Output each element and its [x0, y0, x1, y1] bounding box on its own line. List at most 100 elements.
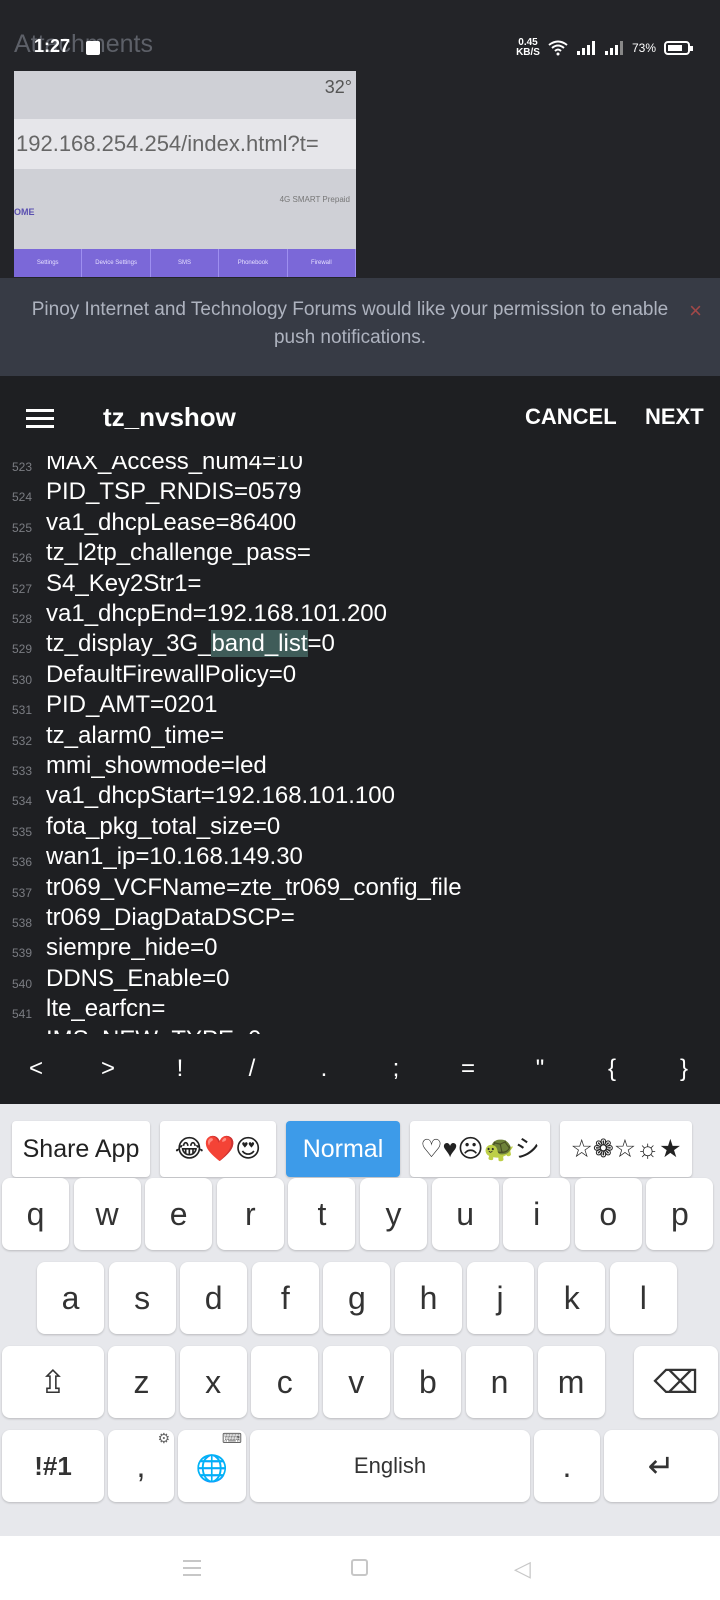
key-c[interactable]: c — [251, 1346, 319, 1418]
share-app-button[interactable]: Share App — [12, 1121, 150, 1177]
globe-key[interactable]: ⌨ 🌐 — [178, 1430, 246, 1502]
next-button[interactable]: NEXT — [645, 404, 704, 430]
line-number: 531 — [12, 703, 33, 718]
code-line[interactable]: 538 tr069_DiagDataDSCP= — [0, 902, 720, 933]
normal-mode-button[interactable]: Normal — [286, 1121, 400, 1177]
line-text-part: tr069_VCFName=zte_tr069_config_file — [46, 873, 462, 901]
symbol-key[interactable]: { — [576, 1034, 648, 1104]
key-p[interactable]: p — [646, 1178, 714, 1250]
code-line[interactable]: 527 S4_Key2Str1= — [0, 568, 720, 599]
key-n[interactable]: n — [466, 1346, 533, 1418]
key-d[interactable]: d — [180, 1262, 248, 1334]
symbol-key[interactable]: " — [504, 1034, 576, 1104]
key-u[interactable]: u — [431, 1178, 499, 1250]
recents-icon[interactable] — [183, 1560, 201, 1581]
code-line[interactable]: 523 MAX_Access_num4=10 — [0, 456, 720, 477]
line-number: 535 — [12, 824, 33, 839]
code-line[interactable]: 535 fota_pkg_total_size=0 — [0, 811, 720, 842]
code-line[interactable]: 539 siempre_hide=0 — [0, 932, 720, 963]
line-text-part: MAX_Access_num4=10 — [46, 456, 303, 475]
code-line[interactable]: 530 DefaultFirewallPolicy=0 — [0, 659, 720, 690]
comma-key[interactable]: ⚙ , — [108, 1430, 174, 1502]
network-speed: 0.45 KB/S — [516, 37, 540, 58]
symbol-key[interactable]: ! — [144, 1034, 216, 1104]
key-r[interactable]: r — [216, 1178, 284, 1250]
symbol-key[interactable]: ; — [360, 1034, 432, 1104]
key-a[interactable]: a — [37, 1262, 104, 1334]
symbol-set-button-2[interactable]: ☆❁☆☼★ — [560, 1121, 692, 1177]
line-number: 534 — [12, 794, 33, 809]
code-line[interactable]: 525 va1_dhcpLease=86400 — [0, 507, 720, 538]
code-line[interactable]: 542IMS_NEW_TYPE=0 — [0, 1024, 720, 1034]
line-text-part: tz_alarm0_time= — [46, 721, 225, 749]
symbol-key[interactable]: . — [288, 1034, 360, 1104]
back-icon[interactable]: ◁ — [514, 1556, 531, 1582]
symbol-set-button-1[interactable]: ♡♥☹🐢シ — [410, 1121, 550, 1177]
line-number: 529 — [12, 642, 33, 657]
code-line[interactable]: 533 mmi_showmode=led — [0, 750, 720, 781]
emoji-button[interactable]: 😂❤️😍 — [160, 1121, 276, 1177]
thumbnail-nav-item: Phonebook — [219, 249, 288, 277]
key-l[interactable]: l — [609, 1262, 677, 1334]
key-v[interactable]: v — [322, 1346, 390, 1418]
code-editor[interactable]: 523 MAX_Access_num4=10 524 PID_TSP_RNDIS=05… — [0, 456, 720, 1034]
key-j[interactable]: j — [466, 1262, 534, 1334]
symbol-key[interactable]: > — [72, 1034, 144, 1104]
key-t[interactable]: t — [288, 1178, 356, 1250]
line-text-part: siempre_hide=0 — [46, 934, 218, 962]
key-f[interactable]: f — [251, 1262, 319, 1334]
space-key[interactable]: English — [250, 1430, 530, 1502]
key-h[interactable]: h — [395, 1262, 462, 1334]
attachment-thumbnail[interactable]: 32° 192.168.254.254/index.html?t= OME 4G… — [14, 71, 356, 277]
code-line[interactable]: 536 wan1_ip=10.168.149.30 — [0, 841, 720, 872]
key-i[interactable]: i — [503, 1178, 571, 1250]
symbols-key[interactable]: !#1 — [2, 1430, 104, 1502]
code-line[interactable]: 526 tz_l2tp_challenge_pass= — [0, 537, 720, 568]
key-x[interactable]: x — [179, 1346, 247, 1418]
symbol-key[interactable]: = — [432, 1034, 504, 1104]
line-text-part: PID_TSP_RNDIS=0579 — [46, 478, 302, 506]
key-w[interactable]: w — [73, 1178, 141, 1250]
key-s[interactable]: s — [108, 1262, 176, 1334]
code-line[interactable]: 534 va1_dhcpStart=192.168.101.100 — [0, 780, 720, 811]
key-g[interactable]: g — [323, 1262, 391, 1334]
code-line[interactable]: 524 PID_TSP_RNDIS=0579 — [0, 476, 720, 507]
thumbnail-url: 192.168.254.254/index.html?t= — [14, 119, 356, 169]
code-line[interactable]: 528 va1_dhcpEnd=192.168.101.200 — [0, 598, 720, 629]
key-y[interactable]: y — [360, 1178, 427, 1250]
line-number: 527 — [12, 581, 33, 596]
period-key[interactable]: . — [534, 1430, 600, 1502]
shift-key[interactable]: ⇫ — [2, 1346, 104, 1418]
line-text: tz_display_3G_band_list=0 — [46, 628, 335, 659]
close-icon[interactable]: × — [689, 298, 702, 324]
symbol-key[interactable]: } — [648, 1034, 720, 1104]
code-line[interactable]: 540 DDNS_Enable=0 — [0, 963, 720, 994]
key-z[interactable]: z — [108, 1346, 175, 1418]
code-line[interactable]: 532 tz_alarm0_time= — [0, 720, 720, 751]
globe-icon: 🌐 — [195, 1453, 229, 1483]
key-b[interactable]: b — [394, 1346, 462, 1418]
thumbnail-nav: Settings Device Settings SMS Phonebook F… — [14, 249, 356, 277]
key-k[interactable]: k — [538, 1262, 606, 1334]
code-line[interactable]: 529 tz_display_3G_band_list=0 — [0, 628, 720, 659]
code-line[interactable]: 531 PID_AMT=0201 — [0, 689, 720, 720]
line-text: siempre_hide=0 — [46, 932, 217, 963]
key-q[interactable]: q — [2, 1178, 69, 1250]
symbol-key[interactable]: < — [0, 1034, 72, 1104]
push-notification-banner: Pinoy Internet and Technology Forums wou… — [0, 278, 720, 376]
backspace-key[interactable]: ⌫ — [634, 1346, 718, 1418]
cancel-button[interactable]: CANCEL — [525, 404, 617, 430]
line-number: 532 — [12, 733, 33, 748]
key-o[interactable]: o — [574, 1178, 642, 1250]
key-m[interactable]: m — [537, 1346, 605, 1418]
thumbnail-network: 4G SMART Prepaid — [279, 195, 350, 204]
key-e[interactable]: e — [145, 1178, 213, 1250]
symbol-key[interactable]: / — [216, 1034, 288, 1104]
home-icon[interactable] — [351, 1559, 368, 1576]
code-line[interactable]: 541 lte_earfcn= — [0, 993, 720, 1024]
code-line[interactable]: 537 tr069_VCFName=zte_tr069_config_file — [0, 872, 720, 903]
enter-key[interactable]: ↵ — [604, 1430, 718, 1502]
line-text-part: mmi_showmode=led — [46, 752, 267, 779]
line-text: mmi_showmode=led — [46, 750, 267, 781]
hamburger-menu-icon[interactable] — [26, 409, 54, 429]
